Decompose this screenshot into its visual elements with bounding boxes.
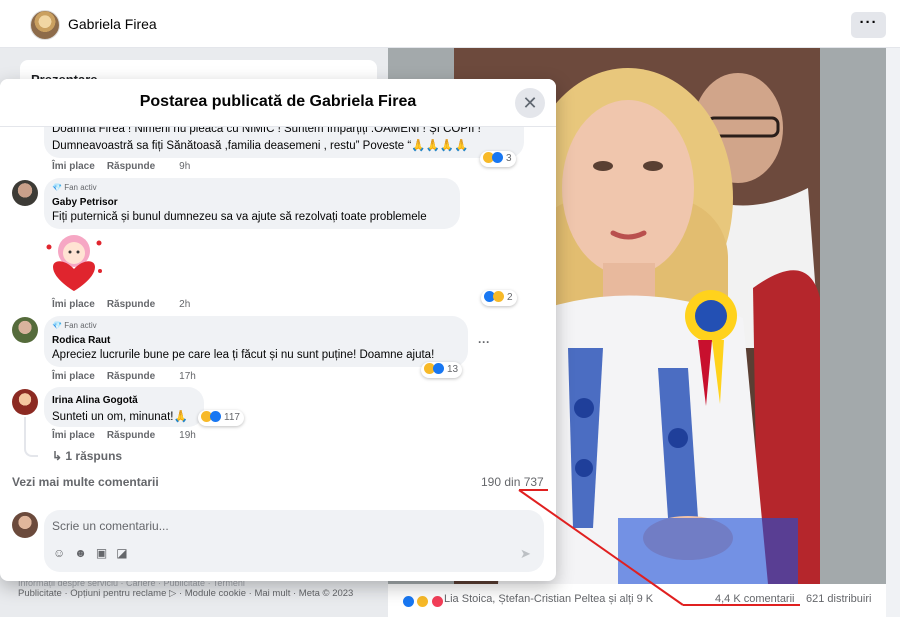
reply-thread-line — [24, 417, 38, 457]
reaction-names[interactable]: Lia Stoica, Ștefan-Cristian Peltea și al… — [444, 593, 653, 605]
love-reaction-icon — [430, 595, 444, 609]
commenter-name[interactable]: Rodica Raut — [52, 335, 110, 346]
current-user-avatar[interactable] — [12, 512, 38, 538]
like-link[interactable]: Îmi place — [52, 161, 95, 172]
avatar[interactable] — [12, 389, 38, 415]
shares-count[interactable]: 621 distribuiri — [806, 593, 871, 605]
post-modal: Postarea publicată de Gabriela Firea ✕ D… — [0, 79, 556, 581]
comment-actions: Îmi place Răspunde 9h — [52, 161, 190, 172]
sticker-smile-icon[interactable]: ☺ — [53, 546, 65, 560]
like-reaction-icon — [402, 595, 415, 609]
comment-reactions[interactable]: 2 — [481, 290, 517, 306]
comment-time[interactable]: 9h — [179, 161, 190, 172]
page-header: Gabriela Firea ··· — [0, 0, 900, 48]
reaction-icons[interactable] — [402, 593, 444, 611]
post-stats-bar: Lia Stoica, Ștefan-Cristian Peltea și al… — [388, 584, 886, 617]
like-reaction-icon — [492, 152, 503, 163]
reply-arrow-icon: ↳ — [52, 449, 63, 463]
comment-actions: Îmi place Răspunde 2h — [52, 299, 190, 310]
modal-title: Postarea publicată de Gabriela Firea — [139, 93, 417, 110]
comment-reactions[interactable]: 117 — [198, 410, 244, 426]
reply-link[interactable]: Răspunde — [107, 299, 155, 310]
fan-badge: 💎 Fan activ — [52, 321, 97, 330]
commenter-name[interactable]: Gaby Petrisor — [52, 197, 118, 208]
comment-input[interactable]: Scrie un comentariu... — [52, 519, 169, 533]
send-icon[interactable]: ➤ — [520, 546, 531, 562]
emoji-icon[interactable]: ☻ — [74, 546, 87, 560]
page-avatar[interactable] — [30, 10, 60, 40]
like-link[interactable]: Îmi place — [52, 430, 95, 441]
comment-time[interactable]: 19h — [179, 430, 196, 441]
sticker-icon[interactable]: ◪ — [116, 546, 127, 560]
close-button[interactable]: ✕ — [515, 88, 545, 118]
haha-reaction-icon — [493, 291, 504, 302]
view-more-comments-link[interactable]: Vezi mai multe comentarii — [12, 475, 159, 489]
modal-header: Postarea publicată de Gabriela Firea ✕ — [0, 79, 556, 127]
comment-reactions[interactable]: 13 — [421, 362, 463, 378]
view-replies-link[interactable]: ↳ 1 răspuns — [52, 449, 122, 463]
comment-text: Fiți puternică și bunul dumnezeu sa va a… — [52, 211, 427, 223]
like-reaction-icon — [210, 411, 221, 422]
comments-count[interactable]: 4,4 K comentarii — [715, 593, 794, 605]
composer-icons: ☺ ☻ ▣ ◪ — [53, 546, 137, 560]
page-name[interactable]: Gabriela Firea — [68, 16, 157, 32]
comment-actions: Îmi place Răspunde 17h — [52, 371, 196, 382]
more-options-button[interactable]: ··· — [851, 12, 886, 38]
comment-text: Apreciez lucrurile bune pe care lea ți f… — [52, 349, 435, 361]
gif-icon[interactable]: ▣ — [96, 546, 107, 560]
commenter-name[interactable]: Irina Alina Gogotă — [52, 395, 138, 406]
reply-link[interactable]: Răspunde — [107, 430, 155, 441]
comment-text: Sunteti un om, minunat!🙏 — [52, 411, 188, 423]
comment-time[interactable]: 17h — [179, 371, 196, 382]
comments-shown-count: 190 din 737 — [481, 475, 544, 489]
comment-composer[interactable]: Scrie un comentariu... ☺ ☻ ▣ ◪ ➤ — [44, 510, 544, 572]
comment-reactions[interactable]: 3 — [480, 151, 516, 167]
avatar[interactable] — [12, 180, 38, 206]
reply-link[interactable]: Răspunde — [107, 161, 155, 172]
footer-links[interactable]: Publicitate · Opțiuni pentru reclame ▷ ·… — [18, 588, 353, 599]
avatar[interactable] — [12, 317, 38, 343]
haha-reaction-icon — [416, 595, 430, 609]
heart-sticker — [46, 235, 102, 291]
comment-text-line: Dumneavoastră sa fiți Sănătoasă ,familia… — [52, 140, 469, 152]
like-link[interactable]: Îmi place — [52, 299, 95, 310]
like-reaction-icon — [433, 363, 444, 374]
comment-actions: Îmi place Răspunde 19h — [52, 430, 196, 441]
comment-time[interactable]: 2h — [179, 299, 190, 310]
fan-badge: 💎 Fan activ — [52, 183, 97, 192]
comment-more-button[interactable]: ··· — [478, 335, 490, 349]
like-link[interactable]: Îmi place — [52, 371, 95, 382]
reply-link[interactable]: Răspunde — [107, 371, 155, 382]
